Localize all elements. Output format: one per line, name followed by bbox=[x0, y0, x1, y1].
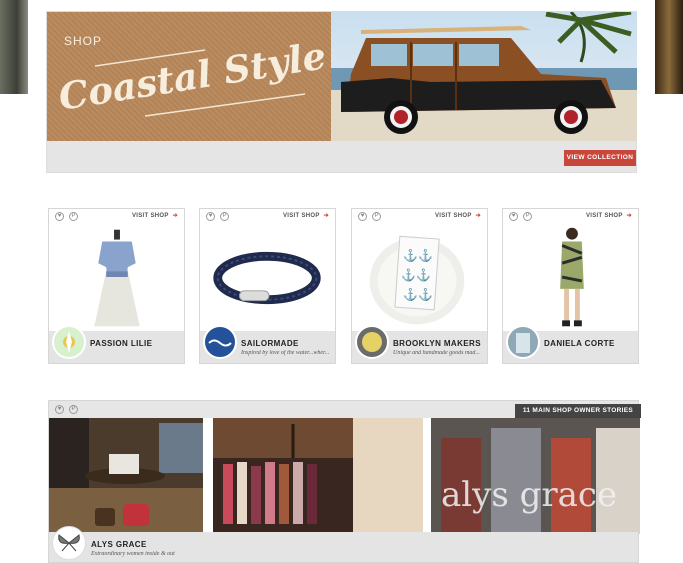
product-image-bracelet bbox=[200, 223, 335, 333]
view-collection-button[interactable]: VIEW COLLECTION bbox=[564, 150, 636, 166]
hero-title-panel: SHOP Coastal Styles bbox=[47, 12, 331, 141]
product-image-dress bbox=[49, 223, 184, 333]
shop-avatar[interactable] bbox=[355, 325, 389, 359]
story-photo-interior bbox=[49, 418, 203, 534]
shop-avatar[interactable] bbox=[203, 325, 237, 359]
card-footer: SAILORMADE Inspired by love of the water… bbox=[200, 325, 335, 363]
shop-name[interactable]: DANIELA CORTE bbox=[544, 339, 615, 348]
product-image-model bbox=[503, 223, 638, 333]
adjacent-slide-right[interactable] bbox=[655, 0, 683, 94]
hero-script-title: Coastal Styles bbox=[56, 40, 327, 119]
visit-shop-link[interactable]: VISIT SHOP ➔ bbox=[435, 212, 481, 219]
card-toolbar: ♥ P VISIT SHOP ➔ bbox=[200, 209, 335, 223]
card-footer: PASSION LILIE bbox=[49, 325, 184, 363]
story-photo-storefront: alys grace bbox=[431, 418, 640, 534]
card-toolbar: ♥ P VISIT SHOP ➔ bbox=[352, 209, 487, 223]
heart-icon[interactable]: ♥ bbox=[358, 212, 367, 221]
shop-stories-badge[interactable]: 11 MAIN SHOP OWNER STORIES bbox=[514, 404, 641, 418]
hero-banner[interactable]: SHOP Coastal Styles VIEW COLLECTION bbox=[46, 11, 637, 173]
shop-card[interactable]: ♥ P VISIT SHOP ➔ DANIELA CORTE bbox=[502, 208, 639, 364]
heart-icon[interactable]: ♥ bbox=[55, 405, 64, 414]
heart-icon[interactable]: ♥ bbox=[206, 212, 215, 221]
arrow-right-icon: ➔ bbox=[626, 213, 632, 219]
shop-avatar[interactable] bbox=[506, 325, 540, 359]
shop-tagline: Inspired by love of the water...wher... bbox=[241, 350, 330, 356]
shop-story-card[interactable]: ♥ P 11 MAIN SHOP OWNER STORIES alys grac… bbox=[48, 400, 641, 563]
card-footer: DANIELA CORTE bbox=[503, 325, 638, 363]
pinterest-icon[interactable]: P bbox=[69, 405, 78, 414]
shop-avatar[interactable] bbox=[52, 325, 86, 359]
svg-text:⚓⚓: ⚓⚓ bbox=[403, 288, 432, 302]
svg-text:⚓⚓: ⚓⚓ bbox=[403, 248, 432, 262]
hero-car-photo bbox=[331, 12, 637, 141]
pinterest-icon[interactable]: P bbox=[69, 212, 78, 221]
shop-tagline: Unique and handmade goods mad... bbox=[393, 350, 480, 356]
pinterest-icon[interactable]: P bbox=[220, 212, 229, 221]
shop-avatar[interactable] bbox=[52, 526, 86, 560]
heart-icon[interactable]: ♥ bbox=[509, 212, 518, 221]
visit-shop-link[interactable]: VISIT SHOP ➔ bbox=[586, 212, 632, 219]
story-photo-racks bbox=[213, 418, 423, 534]
shop-card[interactable]: ♥ P VISIT SHOP ➔ SAILORMADE Inspired by l… bbox=[199, 208, 336, 364]
story-footer: ALYS GRACE Extraordinary women inside & … bbox=[49, 526, 638, 562]
pinterest-icon[interactable]: P bbox=[372, 212, 381, 221]
shop-card[interactable]: ♥ P VISIT SHOP ➔ PASSION LILIE bbox=[48, 208, 185, 364]
shop-name[interactable]: BROOKLYN MAKERS bbox=[393, 339, 481, 348]
product-image-anchor-napkin: ⚓⚓ ⚓⚓ ⚓⚓ bbox=[352, 223, 487, 333]
arrow-right-icon: ➔ bbox=[475, 213, 481, 219]
arrow-right-icon: ➔ bbox=[323, 213, 329, 219]
card-toolbar: ♥ P VISIT SHOP ➔ bbox=[49, 209, 184, 223]
shop-name[interactable]: SAILORMADE bbox=[241, 339, 299, 348]
visit-shop-link[interactable]: VISIT SHOP ➔ bbox=[132, 212, 178, 219]
shop-name[interactable]: ALYS GRACE bbox=[91, 540, 147, 549]
svg-text:⚓⚓: ⚓⚓ bbox=[401, 268, 430, 282]
card-toolbar: ♥ P VISIT SHOP ➔ bbox=[503, 209, 638, 223]
card-footer: BROOKLYN MAKERS Unique and handmade good… bbox=[352, 325, 487, 363]
arrow-right-icon: ➔ bbox=[172, 213, 178, 219]
visit-shop-link[interactable]: VISIT SHOP ➔ bbox=[283, 212, 329, 219]
story-toolbar: ♥ P 11 MAIN SHOP OWNER STORIES bbox=[49, 401, 641, 418]
shop-card[interactable]: ♥ P VISIT SHOP ➔ ⚓⚓ ⚓⚓ ⚓⚓ BROOKLYN MAKERS… bbox=[351, 208, 488, 364]
shop-tagline: Extraordinary women inside & out bbox=[91, 551, 175, 557]
shop-name[interactable]: PASSION LILIE bbox=[90, 339, 152, 348]
heart-icon[interactable]: ♥ bbox=[55, 212, 64, 221]
svg-text:alys grace: alys grace bbox=[441, 475, 617, 515]
adjacent-slide-left[interactable] bbox=[0, 0, 28, 94]
pinterest-icon[interactable]: P bbox=[523, 212, 532, 221]
